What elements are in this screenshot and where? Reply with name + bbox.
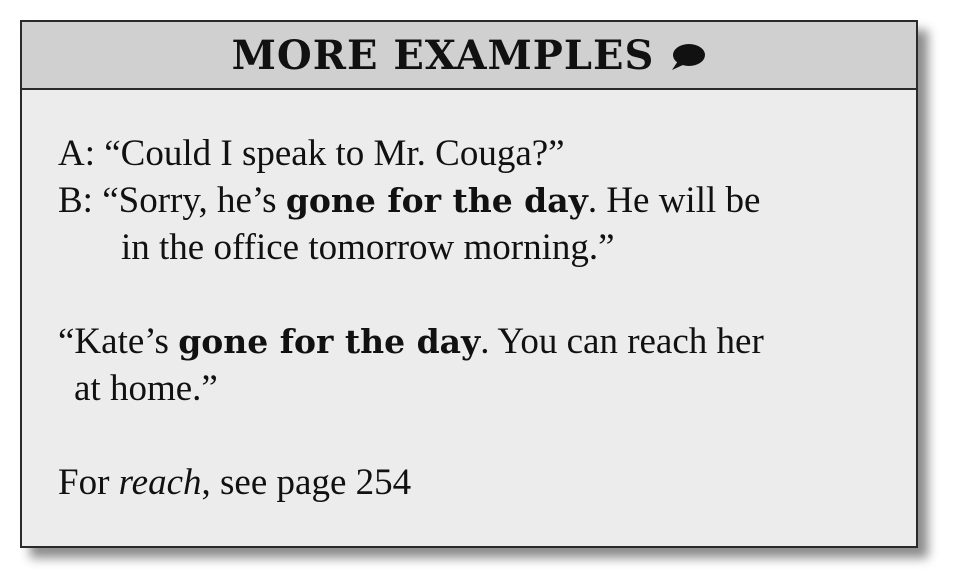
dialogue-line-a: A: “Could I speak to Mr. Couga?”: [58, 130, 896, 177]
reference-suffix: , see page 254: [201, 462, 412, 503]
dialogue-line-b-end: . He will be: [587, 180, 761, 221]
idiom-highlight: gone for the day: [285, 181, 588, 220]
card-header: MORE EXAMPLES: [22, 22, 916, 90]
quote-line-continuation: at home.”: [58, 365, 896, 412]
examples-card: MORE EXAMPLES A: “Could I speak to Mr. C…: [20, 20, 918, 548]
dialogue-line-a-text: A: “Could I speak to Mr. Couga?”: [58, 133, 565, 174]
dialogue-line-b-continuation: in the office tomorrow morning.”: [58, 224, 896, 271]
reference-prefix: For: [58, 462, 119, 503]
speech-bubble-icon: [670, 42, 706, 72]
quote-cont-text: at home.”: [74, 368, 218, 409]
quote-start: “Kate’s: [58, 321, 179, 362]
header-title: MORE EXAMPLES: [231, 31, 655, 79]
idiom-highlight: gone for the day: [178, 322, 481, 361]
quote-end: . You can reach her: [480, 321, 764, 362]
dialogue-line-b: B: “Sorry, he’s gone for the day. He wil…: [58, 177, 896, 224]
reference-term: reach: [118, 462, 202, 503]
dialogue-line-b-start: B: “Sorry, he’s: [58, 180, 286, 221]
quote-line: “Kate’s gone for the day. You can reach …: [58, 318, 896, 365]
cross-reference: For reach, see page 254: [58, 459, 896, 506]
card-content: A: “Could I speak to Mr. Couga?” B: “Sor…: [58, 130, 896, 506]
dialogue-line-b-cont-text: in the office tomorrow morning.”: [121, 227, 615, 268]
